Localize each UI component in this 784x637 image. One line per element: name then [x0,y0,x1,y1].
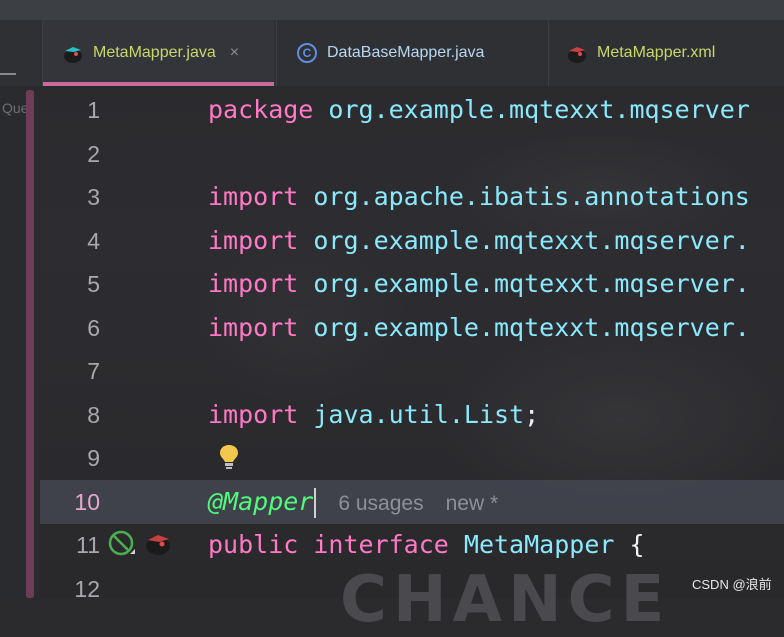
code-line: 7 [0,349,784,393]
usages-hint[interactable]: 6 usages [338,492,423,515]
close-icon[interactable]: × [230,44,239,62]
watermark: CSDN @浪前 [692,577,772,592]
package-name: org.example.mqtexxt.mqserver [328,95,750,124]
tab-metamapper-xml[interactable]: MetaMapper.xml [548,20,784,86]
class-name: MetaMapper [463,530,615,559]
code-text: import org.apache.ibatis.annotations [208,175,750,219]
code-line: 6 import org.example.mqtexxt.mqserver. [0,306,784,350]
tab-metamapper-java[interactable]: MetaMapper.java × [42,20,274,86]
line-number: 8 [87,402,100,428]
no-implementation-icon[interactable] [108,530,136,558]
code-line: 1 package org.example.mqtexxt.mqserver [0,88,784,132]
semicolon: ; [524,400,540,429]
lightbulb-icon[interactable] [218,443,240,471]
tab-label: DataBaseMapper.java [327,44,485,61]
import-path: org.example.mqtexxt.mqserver. [313,269,750,298]
code-text: import org.example.mqtexxt.mqserver. [208,219,750,263]
import-path: org.apache.ibatis.annotations [313,182,750,211]
line-number: 10 [74,489,100,515]
line-number: 5 [87,271,100,297]
code-line-current: 10 @Mapper 6 usages new * [40,480,784,524]
vcs-status-hint: new * [445,492,499,515]
keyword: import [208,313,299,342]
keyword: import [208,182,299,211]
code-line: 9 [0,436,784,480]
code-text: import org.example.mqtexxt.mqserver. [208,306,750,350]
code-line: 3 import org.apache.ibatis.annotations [0,175,784,219]
title-strip [0,0,784,20]
import-path: org.example.mqtexxt.mqserver. [313,226,750,255]
code-line: 12 [0,567,784,611]
line-number: 4 [87,228,100,254]
keyword: import [208,226,299,255]
tab-menu-dash[interactable] [0,73,16,75]
code-line: 5 import org.example.mqtexxt.mqserver. [0,262,784,306]
keyword: package [208,95,314,124]
line-number: 2 [87,141,100,167]
brace: { [629,530,645,559]
line-number: 1 [87,97,100,123]
code-text: public interface MetaMapper { [208,523,645,567]
code-line: 4 import org.example.mqtexxt.mqserver. [0,219,784,263]
line-number: 3 [87,184,100,210]
line-number: 9 [87,445,100,471]
line-number: 12 [74,576,100,602]
mybatis-bird-icon [565,41,589,65]
line-number: 7 [87,358,100,384]
tab-label: MetaMapper.java [93,44,216,61]
keyword: public [208,530,299,559]
keyword: import [208,269,299,298]
mybatis-bird-icon [61,41,85,65]
tab-databasemapper-java[interactable]: C DataBaseMapper.java [276,20,548,86]
import-path: org.example.mqtexxt.mqserver. [313,313,750,342]
mybatis-bird-icon[interactable] [142,530,174,558]
class-icon: C [295,41,319,65]
import-path: java.util.List [313,400,525,429]
code-line: 2 [0,132,784,176]
line-number: 6 [87,315,100,341]
code-line: 8 import java.util.List; [0,393,784,437]
code-text: package org.example.mqtexxt.mqserver [208,88,750,132]
tab-label: MetaMapper.xml [597,44,716,61]
text-caret [314,488,317,518]
annotation: @Mapper [208,487,314,516]
code-editor[interactable]: 1 package org.example.mqtexxt.mqserver 2… [0,86,784,602]
line-number: 11 [76,532,100,558]
code-text: import org.example.mqtexxt.mqserver. [208,262,750,306]
code-text: @Mapper 6 usages new * [208,480,498,526]
keyword: interface [313,530,449,559]
code-text: import java.util.List; [208,393,539,437]
keyword: import [208,400,299,429]
